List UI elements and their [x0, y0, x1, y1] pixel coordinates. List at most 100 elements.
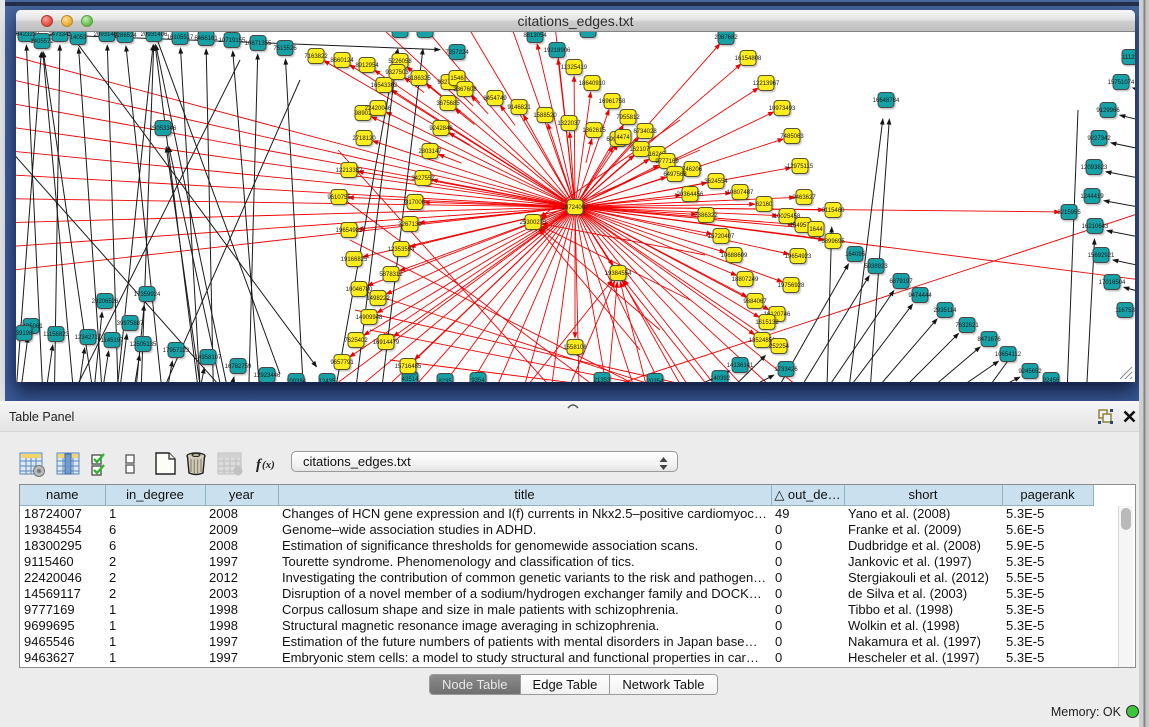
svg-text:21353: 21353 — [594, 378, 611, 382]
svg-text:15692921: 15692921 — [1088, 253, 1115, 259]
svg-text:19384554: 19384554 — [605, 271, 632, 277]
svg-text:1558106: 1558106 — [563, 345, 587, 351]
svg-text:11325419: 11325419 — [561, 65, 588, 71]
svg-text:18640910: 18640910 — [579, 81, 606, 87]
svg-text:16210643: 16210643 — [1082, 224, 1109, 230]
svg-text:8454749: 8454749 — [483, 96, 507, 102]
svg-text:19654982: 19654982 — [336, 228, 363, 234]
svg-text:12093823: 12093823 — [1081, 165, 1108, 171]
svg-text:19218906: 19218906 — [544, 48, 571, 54]
svg-text:7955812: 7955812 — [616, 115, 640, 121]
svg-text:9474444: 9474444 — [908, 293, 932, 299]
svg-text:3675685: 3675685 — [436, 101, 460, 107]
svg-text:9884067: 9884067 — [743, 299, 767, 305]
svg-text:15720407: 15720407 — [708, 234, 735, 240]
svg-text:1733426: 1733426 — [774, 367, 798, 373]
svg-text:140392: 140392 — [710, 376, 731, 382]
svg-text:16033809: 16033809 — [412, 32, 439, 34]
svg-text:10973493: 10973493 — [769, 106, 796, 112]
svg-text:9777169: 9777169 — [655, 159, 679, 165]
svg-text:252254: 252254 — [769, 344, 790, 350]
svg-text:39198: 39198 — [16, 331, 33, 337]
svg-text:8813054: 8813054 — [523, 33, 547, 39]
svg-text:9242848: 9242848 — [429, 126, 453, 132]
svg-text:8235: 8235 — [438, 379, 452, 382]
svg-text:18724007: 18724007 — [562, 205, 589, 211]
svg-text:8912954: 8912954 — [355, 63, 379, 69]
svg-text:16033: 16033 — [392, 32, 409, 34]
svg-text:19166825: 19166825 — [341, 257, 368, 263]
svg-text:1644: 1644 — [809, 227, 823, 233]
svg-text:16914479: 16914479 — [373, 340, 400, 346]
svg-text:1405572: 1405572 — [30, 39, 54, 45]
svg-text:8471676: 8471676 — [977, 337, 1001, 343]
svg-text:12435: 12435 — [319, 379, 336, 382]
svg-text:9129966: 9129966 — [1096, 108, 1120, 114]
svg-text:1145197: 1145197 — [101, 338, 125, 344]
svg-text:12505135: 12505135 — [130, 342, 157, 348]
svg-text:8186325: 8186325 — [407, 76, 431, 82]
svg-text:2367608: 2367608 — [453, 87, 477, 93]
svg-text:12213382: 12213382 — [336, 168, 363, 174]
svg-text:10671355: 10671355 — [245, 41, 272, 47]
svg-text:17957223: 17957223 — [163, 348, 190, 354]
svg-text:7632621: 7632621 — [955, 323, 979, 329]
svg-text:25300275: 25300275 — [520, 220, 547, 226]
svg-text:9146821: 9146821 — [507, 105, 531, 111]
svg-text:20931406: 20931406 — [141, 32, 168, 38]
svg-text:14136141: 14136141 — [727, 363, 754, 369]
svg-text:19654923: 19654923 — [785, 254, 812, 260]
svg-text:14909948: 14909948 — [356, 315, 383, 321]
svg-text:10688609: 10688609 — [721, 253, 748, 259]
svg-text:2087682: 2087682 — [714, 35, 738, 41]
svg-text:1588520: 1588520 — [533, 113, 557, 119]
svg-text:43514: 43514 — [402, 377, 419, 382]
svg-text:16782759: 16782759 — [225, 364, 252, 370]
svg-text:2803147: 2803147 — [418, 149, 442, 155]
svg-text:1498222: 1498222 — [366, 296, 390, 302]
svg-text:14958107: 14958107 — [195, 355, 222, 361]
svg-text:12342717: 12342717 — [75, 335, 102, 341]
svg-text:8660124: 8660124 — [330, 58, 354, 64]
svg-text:9354: 9354 — [471, 378, 485, 382]
svg-text:16543362: 16543362 — [371, 83, 398, 89]
svg-text:9286524: 9286524 — [113, 33, 137, 39]
svg-text:11123: 11123 — [1122, 55, 1135, 61]
svg-text:109384: 109384 — [286, 379, 307, 382]
svg-text:2935114: 2935114 — [934, 308, 958, 314]
svg-text:3215955: 3215955 — [1057, 210, 1081, 216]
svg-text:14053: 14053 — [70, 35, 87, 41]
svg-text:10046780: 10046780 — [346, 287, 373, 293]
svg-text:19756928: 19756928 — [778, 283, 805, 289]
svg-text:20354: 20354 — [647, 379, 664, 382]
svg-text:9245652: 9245652 — [1018, 369, 1042, 375]
svg-text:7485063: 7485063 — [780, 134, 804, 140]
svg-text:6734028: 6734028 — [633, 129, 657, 135]
svg-text:22420046: 22420046 — [365, 106, 392, 112]
svg-text:11156823: 11156823 — [43, 332, 69, 338]
svg-text:6497568: 6497568 — [663, 172, 687, 178]
svg-text:881305: 881305 — [578, 32, 599, 34]
svg-text:18807249: 18807249 — [732, 277, 759, 283]
svg-text:9657791: 9657791 — [330, 360, 354, 366]
svg-text:3427552: 3427552 — [411, 176, 435, 182]
svg-text:(x): (x) — [262, 459, 275, 471]
svg-text:7386322: 7386322 — [694, 213, 718, 219]
svg-text:5878312: 5878312 — [379, 272, 403, 278]
svg-text:7625402: 7625402 — [344, 338, 368, 344]
svg-text:9463627: 9463627 — [792, 195, 816, 201]
svg-text:7357224: 7357224 — [445, 50, 469, 56]
svg-text:17016504: 17016504 — [1099, 280, 1126, 286]
svg-text:2718120: 2718120 — [352, 136, 376, 142]
svg-text:3624554: 3624554 — [704, 179, 728, 185]
svg-text:1362615: 1362615 — [582, 128, 606, 134]
svg-text:15751074: 15751074 — [1108, 80, 1135, 86]
svg-text:15716485: 15716485 — [395, 364, 422, 370]
svg-text:16154808: 16154808 — [735, 56, 762, 62]
svg-text:5938923: 5938923 — [864, 264, 888, 270]
svg-text:62160: 62160 — [756, 202, 773, 208]
svg-text:20206526: 20206526 — [92, 299, 119, 305]
svg-text:9327503: 9327503 — [385, 70, 409, 76]
svg-text:6466161: 6466161 — [194, 36, 218, 42]
svg-text:16105517: 16105517 — [167, 35, 194, 41]
